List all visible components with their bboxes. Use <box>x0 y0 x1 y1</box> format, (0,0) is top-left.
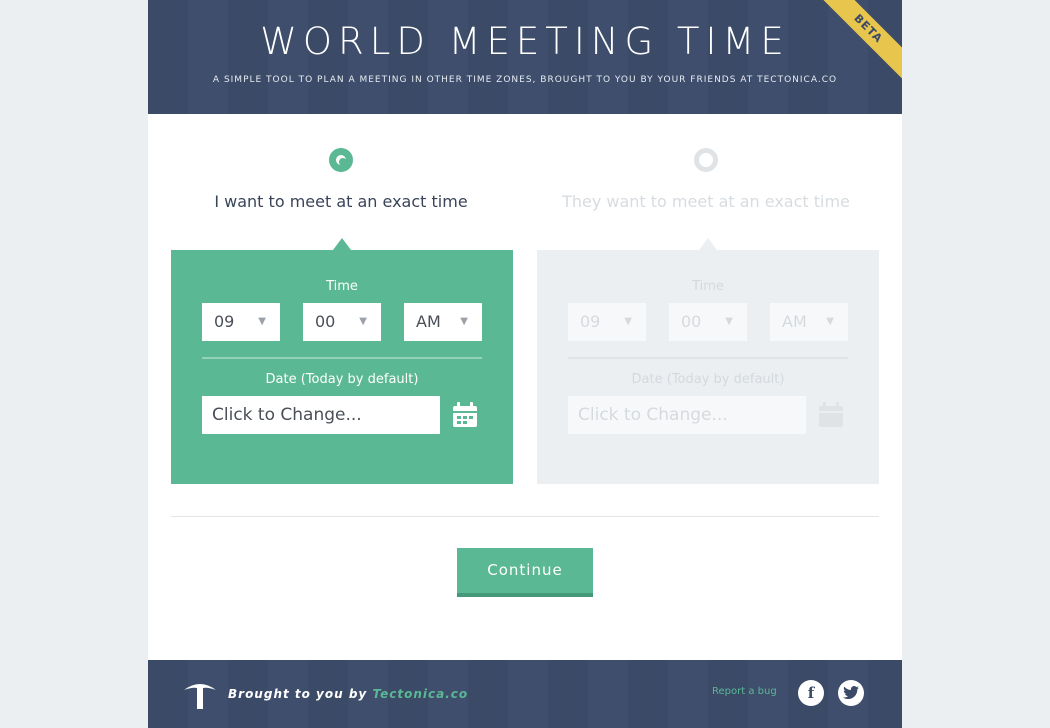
date-input[interactable]: Click to Change... <box>202 396 440 434</box>
hour-select[interactable]: 09 ▼ <box>568 303 646 341</box>
radio-selected-icon[interactable] <box>329 148 353 172</box>
facebook-icon[interactable]: f <box>798 680 824 706</box>
report-bug-link[interactable]: Report a bug <box>712 686 777 697</box>
brought-prefix: Brought to you by <box>228 687 368 701</box>
page-title: WORLD MEETING TIME <box>260 20 790 63</box>
page-subtitle: A SIMPLE TOOL TO PLAN A MEETING IN OTHER… <box>212 75 838 85</box>
minute-select[interactable]: 00 ▼ <box>303 303 381 341</box>
header: WORLD MEETING TIME A SIMPLE TOOL TO PLAN… <box>148 0 902 114</box>
chevron-down-icon: ▼ <box>826 316 834 327</box>
time-panel-inactive: Time 09 ▼ 00 ▼ AM ▼ Date (Today by defau… <box>537 238 879 484</box>
panel-divider <box>568 357 848 359</box>
ampm-value: AM <box>416 312 441 331</box>
chevron-down-icon: ▼ <box>725 316 733 327</box>
minute-value: 00 <box>681 312 702 331</box>
date-label: Date (Today by default) <box>265 372 419 387</box>
hour-value: 09 <box>214 312 235 331</box>
chevron-down-icon: ▼ <box>460 316 468 327</box>
twitter-icon[interactable] <box>838 680 864 706</box>
calendar-icon[interactable] <box>452 402 478 428</box>
option-exact-time-theirs[interactable]: They want to meet at an exact time <box>536 148 876 211</box>
hour-select[interactable]: 09 ▼ <box>202 303 280 341</box>
date-label: Date (Today by default) <box>631 372 785 387</box>
continue-button[interactable]: Continue <box>457 548 593 597</box>
time-panel-active: Time 09 ▼ 00 ▼ AM ▼ Date (Today by defau… <box>171 238 513 484</box>
panel-pointer <box>699 238 717 250</box>
time-label: Time <box>692 279 724 294</box>
date-input[interactable]: Click to Change... <box>568 396 806 434</box>
ampm-select[interactable]: AM ▼ <box>404 303 482 341</box>
section-divider <box>171 516 879 517</box>
panel-divider <box>202 357 482 359</box>
option-label: They want to meet at an exact time <box>562 192 850 211</box>
option-exact-time-mine[interactable]: I want to meet at an exact time <box>171 148 511 211</box>
tectonica-link[interactable]: Tectonica.co <box>372 687 468 701</box>
panel-pointer <box>333 238 351 250</box>
option-label: I want to meet at an exact time <box>214 192 468 211</box>
chevron-down-icon: ▼ <box>258 316 266 327</box>
twitter-bird-icon <box>843 686 859 699</box>
chevron-down-icon: ▼ <box>359 316 367 327</box>
hour-value: 09 <box>580 312 601 331</box>
brought-to-you: Brought to you by Tectonica.co <box>228 687 468 701</box>
ampm-select[interactable]: AM ▼ <box>770 303 848 341</box>
minute-value: 00 <box>315 312 336 331</box>
time-label: Time <box>326 279 358 294</box>
chevron-down-icon: ▼ <box>624 316 632 327</box>
page: WORLD MEETING TIME A SIMPLE TOOL TO PLAN… <box>148 0 902 728</box>
tectonica-logo-icon[interactable] <box>183 680 217 710</box>
radio-unselected-icon[interactable] <box>694 148 718 172</box>
footer: Brought to you by Tectonica.co Report a … <box>148 660 902 728</box>
ampm-value: AM <box>782 312 807 331</box>
minute-select[interactable]: 00 ▼ <box>669 303 747 341</box>
calendar-icon[interactable] <box>818 402 844 428</box>
